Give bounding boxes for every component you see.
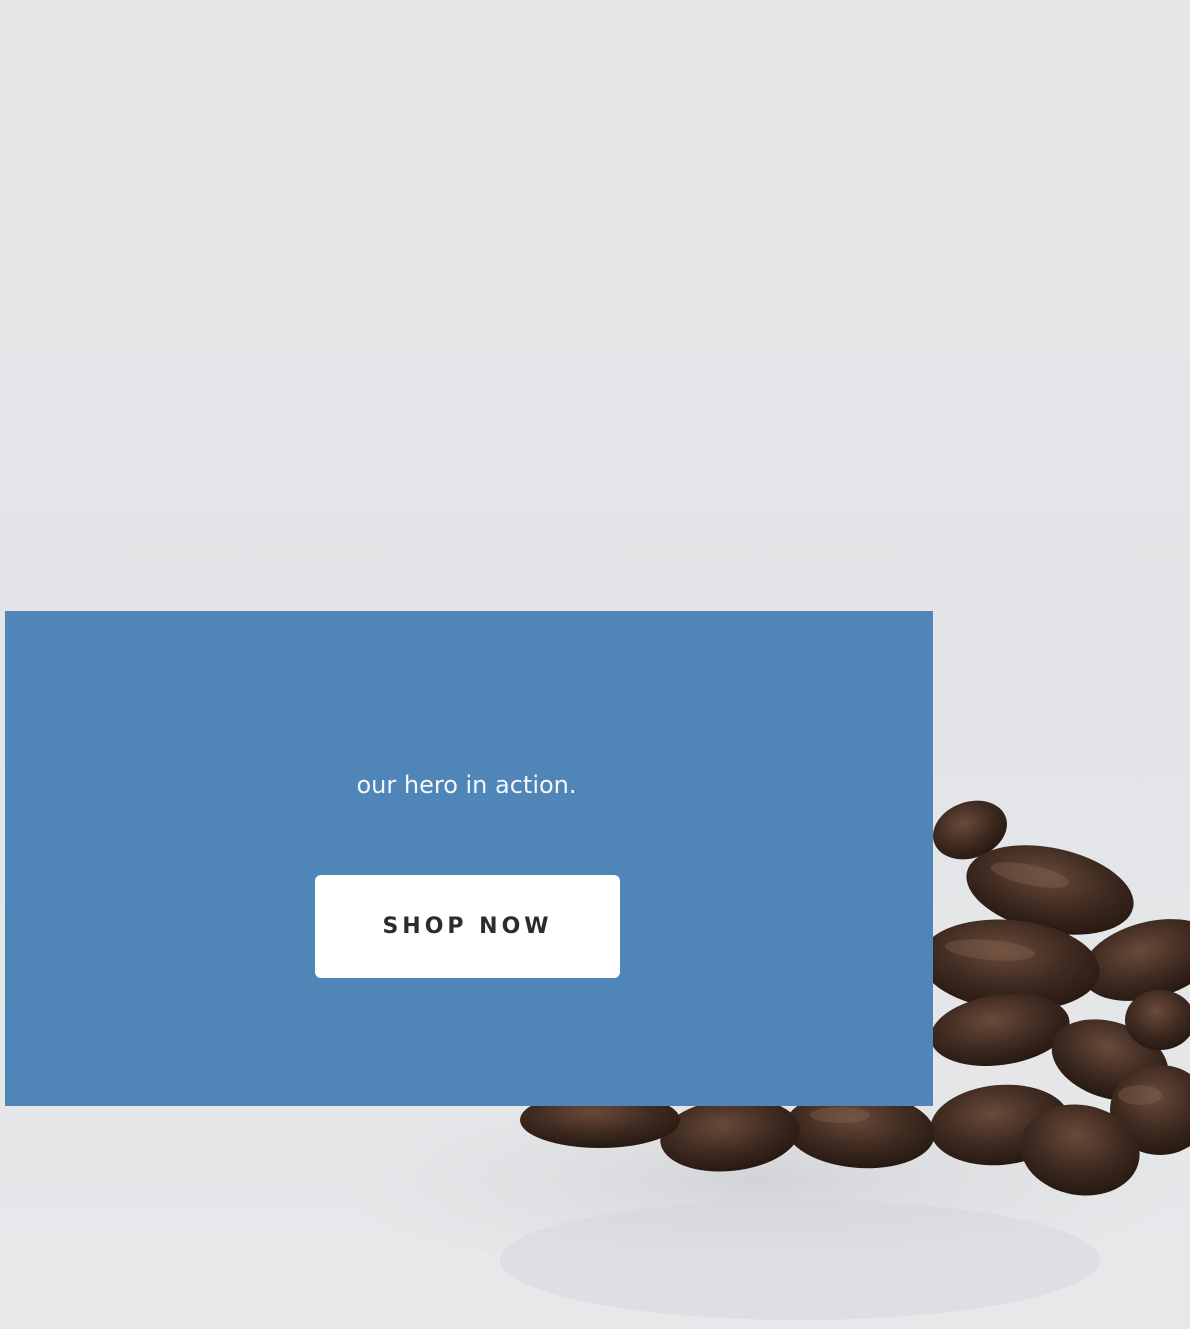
hero-tagline: our hero in action.	[356, 771, 577, 799]
hero-section: our hero in action. SHOP NOW	[0, 0, 1190, 1329]
promo-panel	[5, 611, 933, 1106]
shop-now-button[interactable]: SHOP NOW	[315, 875, 620, 978]
